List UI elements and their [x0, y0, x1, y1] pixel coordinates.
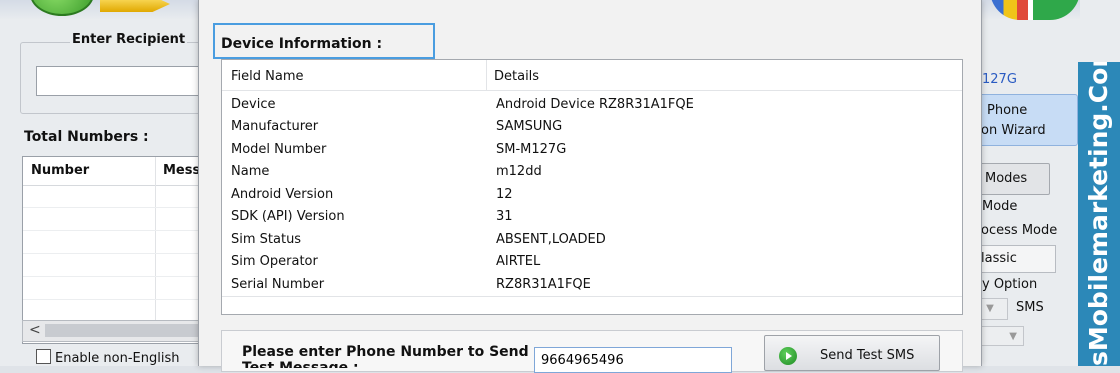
table-row: SDK (API) Version 31	[222, 207, 962, 229]
row-field: Android Version	[231, 187, 334, 202]
col-details: Details	[494, 69, 540, 84]
device-info-title: Device Information :	[221, 36, 383, 52]
modes-button[interactable]: Modes	[972, 163, 1050, 195]
table-header: Field Name Details	[222, 60, 962, 91]
row-value: 12	[496, 187, 513, 202]
row-value: ABSENT,LOADED	[496, 232, 606, 247]
grid-row-line	[23, 276, 223, 277]
graphic-logo-icon	[990, 0, 1080, 20]
device-info-table: Field Name Details Device Android Device…	[221, 59, 963, 315]
device-information-dialog: Device Information : Field Name Details …	[198, 0, 982, 373]
scrollbar-thumb[interactable]	[45, 324, 205, 337]
row-field: Serial Number	[231, 277, 325, 292]
row-value: 31	[496, 209, 513, 224]
play-icon	[779, 347, 797, 365]
grid-row-line	[23, 207, 223, 208]
row-value: SM-M127G	[496, 142, 567, 157]
grid-col-number[interactable]: Number	[31, 163, 89, 178]
test-phone-input[interactable]	[534, 347, 732, 373]
table-row: Sim Status ABSENT,LOADED	[222, 230, 962, 252]
row-value: SAMSUNG	[496, 119, 563, 134]
test-phone-label: Please enter Phone Number to Send Test M…	[242, 344, 529, 368]
table-row: Manufacturer SAMSUNG	[222, 117, 962, 139]
model-link[interactable]: 127G	[982, 72, 1017, 87]
brand-banner: sMobilemarketing.Com	[1078, 62, 1120, 366]
recipient-input[interactable]	[36, 66, 213, 96]
app-logo-icon	[30, 0, 94, 16]
table-row: Model Number SM-M127G	[222, 140, 962, 162]
row-value: AIRTEL	[496, 254, 541, 269]
row-value: m12dd	[496, 164, 542, 179]
col-field-name: Field Name	[231, 69, 304, 84]
wizard-label: on Wizard	[981, 123, 1046, 138]
enable-non-english-row[interactable]: Enable non-English	[36, 349, 179, 366]
column-divider	[486, 60, 487, 90]
horizontal-scrollbar[interactable]: <	[22, 320, 224, 342]
connection-wizard-button[interactable]: Phone on Wizard	[972, 94, 1078, 146]
arrow-logo-icon	[100, 0, 170, 12]
grid-row-line	[23, 299, 223, 300]
brand-text: sMobilemarketing.Com	[1084, 62, 1113, 366]
grid-row-line	[23, 230, 223, 231]
grid-column-divider	[155, 157, 156, 327]
table-row: Device Android Device RZ8R31A1FQE	[222, 95, 962, 117]
recipient-label: Enter Recipient	[70, 32, 188, 47]
send-test-sms-label: Send Test SMS	[820, 348, 915, 363]
table-row: Android Version 12	[222, 185, 962, 207]
classic-mode-field[interactable]: lassic	[972, 245, 1056, 273]
row-field: Sim Status	[231, 232, 302, 247]
process-mode-label: rocess Mode	[976, 223, 1058, 238]
sms-label: SMS	[1016, 300, 1044, 315]
grid-row-line	[23, 253, 223, 254]
mode-label: Mode	[982, 199, 1018, 214]
device-info-title-box: Device Information :	[213, 23, 435, 59]
row-field: Manufacturer	[231, 119, 319, 134]
table-row: Sim Operator AIRTEL	[222, 252, 962, 274]
table-row: Serial Number RZ8R31A1FQE	[222, 275, 962, 297]
row-field: Model Number	[231, 142, 327, 157]
row-field: Device	[231, 97, 276, 112]
row-field: Name	[231, 164, 270, 179]
table-row: Name m12dd	[222, 162, 962, 184]
row-field: SDK (API) Version	[231, 209, 345, 224]
wizard-phone-label: Phone	[987, 103, 1028, 118]
enable-non-english-checkbox[interactable]	[36, 349, 51, 364]
scroll-left-icon[interactable]: <	[29, 322, 41, 338]
row-field: Sim Operator	[231, 254, 318, 269]
row-value: RZ8R31A1FQE	[496, 277, 591, 292]
row-value: Android Device RZ8R31A1FQE	[496, 97, 694, 112]
classic-mode-value: lassic	[981, 251, 1017, 266]
grid-col-message[interactable]: Mess	[163, 163, 200, 178]
numbers-grid[interactable]: Number Mess	[22, 156, 224, 344]
total-numbers-label: Total Numbers :	[24, 129, 149, 145]
modes-button-label: Modes	[985, 171, 1028, 186]
table-bottom-line	[222, 296, 962, 297]
enable-non-english-label: Enable non-English	[55, 351, 180, 366]
grid-header: Number Mess	[23, 157, 223, 186]
delivery-option-label: y Option	[982, 277, 1038, 292]
